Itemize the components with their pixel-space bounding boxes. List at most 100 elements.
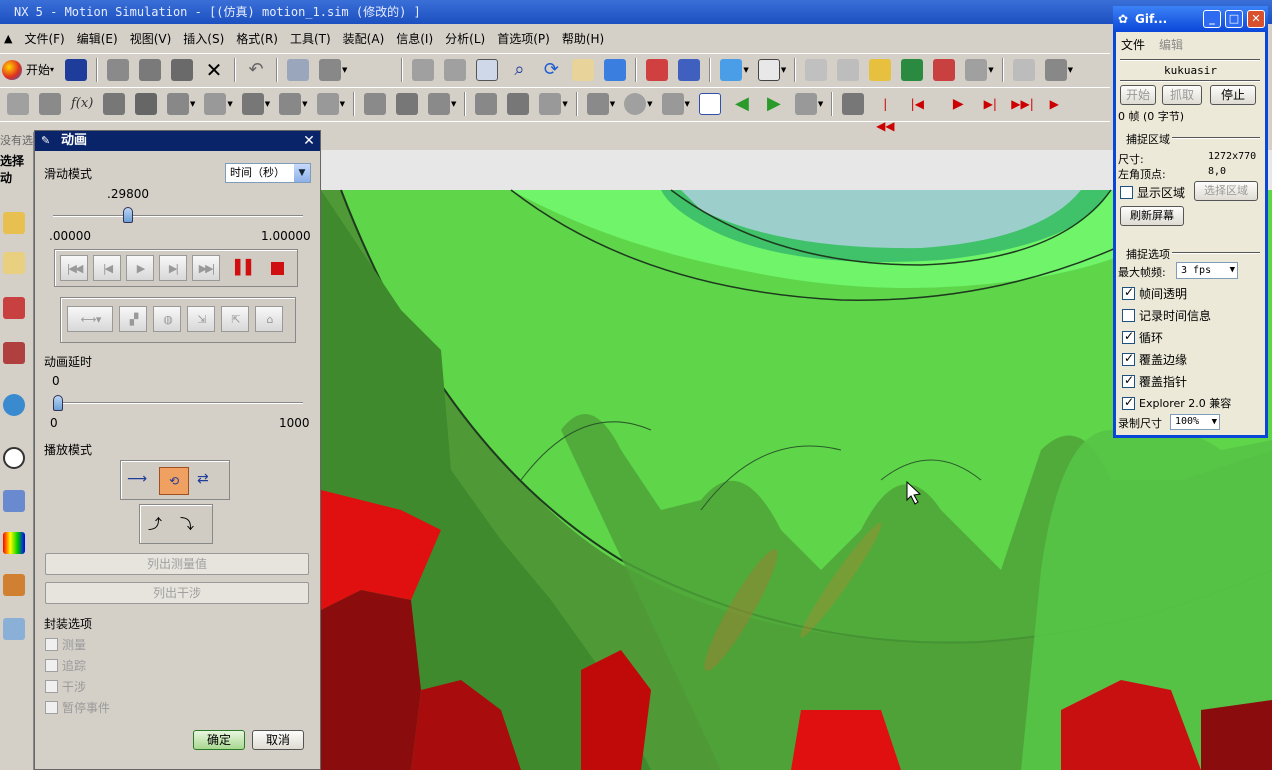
rotate-icon[interactable]: ⟳ xyxy=(540,59,562,81)
close-icon[interactable]: ✕ xyxy=(301,133,317,149)
slide-mode-select[interactable]: 时间（秒） ▼ xyxy=(225,163,311,183)
snap-point-icon[interactable] xyxy=(805,58,828,81)
start-button[interactable]: 开始 ▾ xyxy=(2,59,54,80)
stop-icon[interactable] xyxy=(271,262,284,275)
prev-frame-icon[interactable]: |◀ xyxy=(906,93,928,115)
solution-icon[interactable] xyxy=(507,92,530,115)
delay-slider-track[interactable] xyxy=(53,402,303,404)
export-frame-icon[interactable]: ⌂ xyxy=(255,306,283,332)
checkbox[interactable] xyxy=(45,659,58,672)
time-slider-thumb[interactable] xyxy=(122,207,133,223)
graph-icon[interactable] xyxy=(586,92,609,115)
analysis-icon[interactable] xyxy=(869,58,892,81)
menu-tools[interactable]: 工具(T) xyxy=(290,30,331,47)
app-menu-icon[interactable]: ▲ xyxy=(4,32,12,45)
component-icon[interactable] xyxy=(965,58,988,81)
properties-icon[interactable] xyxy=(287,58,310,81)
chart-icon[interactable] xyxy=(661,92,684,115)
line-icon[interactable] xyxy=(1012,58,1035,81)
menu-file[interactable]: 文件(F) xyxy=(24,30,64,47)
pan-icon[interactable] xyxy=(572,58,595,81)
delete-icon[interactable]: ✕ xyxy=(203,59,225,81)
pause-icon[interactable]: ▌▌ xyxy=(235,260,257,276)
paste-icon[interactable] xyxy=(171,58,194,81)
render-style-icon[interactable] xyxy=(720,58,743,81)
packaging-icon[interactable] xyxy=(539,92,562,115)
history-icon[interactable] xyxy=(3,447,25,469)
trace-icon[interactable]: ▞ xyxy=(119,306,147,332)
bushing-icon[interactable] xyxy=(241,92,264,115)
environment-icon[interactable] xyxy=(7,92,29,115)
maximize-icon[interactable]: □ xyxy=(1225,10,1243,28)
ping-pong-icon[interactable]: ⇄ xyxy=(197,471,209,487)
link-icon[interactable] xyxy=(39,92,61,115)
menu-preferences[interactable]: 首选项(P) xyxy=(497,30,550,47)
torque-icon[interactable] xyxy=(316,92,339,115)
checkbox[interactable] xyxy=(45,638,58,651)
fit-icon[interactable] xyxy=(412,58,435,81)
motion-nav-icon[interactable] xyxy=(3,297,25,319)
copy-icon[interactable] xyxy=(139,58,162,81)
next-frame-icon[interactable]: ▶| xyxy=(979,93,1001,115)
checkbox[interactable] xyxy=(1122,351,1135,366)
step-forward-icon[interactable]: ▶| xyxy=(159,255,187,281)
ok-button[interactable]: 确定 xyxy=(193,730,245,750)
roles-icon[interactable] xyxy=(3,574,25,596)
view-orient-icon[interactable] xyxy=(757,58,780,81)
cancel-button[interactable]: 取消 xyxy=(252,730,304,750)
menu-assembly[interactable]: 装配(A) xyxy=(343,30,385,47)
list-measurements-button[interactable]: 列出测量值 xyxy=(45,553,309,575)
assembly-icon[interactable] xyxy=(933,58,956,81)
reverse-path-icon[interactable]: ⤵ xyxy=(180,514,194,534)
menu-help[interactable]: 帮助(H) xyxy=(562,30,604,47)
delay-slider-thumb[interactable] xyxy=(53,395,63,411)
force-icon[interactable] xyxy=(279,92,302,115)
scenes-icon[interactable] xyxy=(3,618,25,640)
gif-capture-button[interactable]: 抓取 xyxy=(1162,85,1202,105)
system-materials-icon[interactable] xyxy=(3,532,25,554)
explode-icon[interactable]: ⇲ xyxy=(187,306,215,332)
export-icon[interactable] xyxy=(794,92,817,115)
menu-format[interactable]: 格式(R) xyxy=(236,30,278,47)
zoom-icon[interactable]: ⌕ xyxy=(508,59,530,81)
gear-joint-icon[interactable] xyxy=(167,92,189,115)
gif-menu-edit[interactable]: 编辑 xyxy=(1159,36,1183,53)
refresh-screen-button[interactable]: 刷新屏幕 xyxy=(1120,206,1184,226)
forward-path-icon[interactable]: ⤴ xyxy=(148,514,162,534)
part-nav-icon[interactable] xyxy=(3,252,25,274)
menu-info[interactable]: 信息(I) xyxy=(396,30,433,47)
checkbox[interactable] xyxy=(1122,309,1135,322)
loop-icon[interactable]: ⟲ xyxy=(159,467,189,495)
play-icon[interactable]: ▶ xyxy=(126,255,154,281)
joint-icon[interactable] xyxy=(103,92,125,115)
gif-option-2[interactable]: 循环 xyxy=(1122,329,1163,346)
menu-insert[interactable]: 插入(S) xyxy=(183,30,224,47)
contact-icon[interactable] xyxy=(363,92,386,115)
first-frame-icon[interactable]: |◀◀ xyxy=(874,93,896,133)
gif-option-1[interactable]: 记录时间信息 xyxy=(1122,307,1211,324)
pause-event-icon[interactable]: ⇱ xyxy=(221,306,249,332)
measure-option[interactable]: 测量 xyxy=(45,636,86,653)
point-curve-icon[interactable] xyxy=(427,92,450,115)
checkbox[interactable] xyxy=(1122,285,1135,300)
curve-contact-icon[interactable] xyxy=(395,92,418,115)
trace-option[interactable]: 追踪 xyxy=(45,657,86,674)
arrow-right-icon[interactable]: ▶ xyxy=(763,93,785,115)
spring-icon[interactable] xyxy=(204,92,227,115)
last-frame-icon[interactable]: ▶▶| xyxy=(1011,93,1034,115)
measure-dropdown-icon[interactable]: ⟷ ▾ xyxy=(67,306,113,332)
close-icon[interactable]: ✕ xyxy=(1247,10,1265,28)
snap-curve-icon[interactable] xyxy=(837,58,860,81)
interference-icon[interactable]: ◍ xyxy=(153,306,181,332)
cut-icon[interactable] xyxy=(107,58,130,81)
sphere-icon[interactable] xyxy=(624,92,647,115)
perspective-icon[interactable] xyxy=(604,58,627,81)
gif-stop-button[interactable]: 停止 xyxy=(1210,85,1256,105)
undo-icon[interactable]: ↶ xyxy=(245,59,267,81)
gif-start-button[interactable]: 开始 xyxy=(1120,85,1156,105)
zoom-window-icon[interactable] xyxy=(444,58,467,81)
menu-edit[interactable]: 编辑(E) xyxy=(77,30,118,47)
checkbox[interactable] xyxy=(1122,395,1135,410)
layer-settings-icon[interactable] xyxy=(678,58,701,81)
max-fps-select[interactable]: 3 fps ▼ xyxy=(1176,262,1238,279)
